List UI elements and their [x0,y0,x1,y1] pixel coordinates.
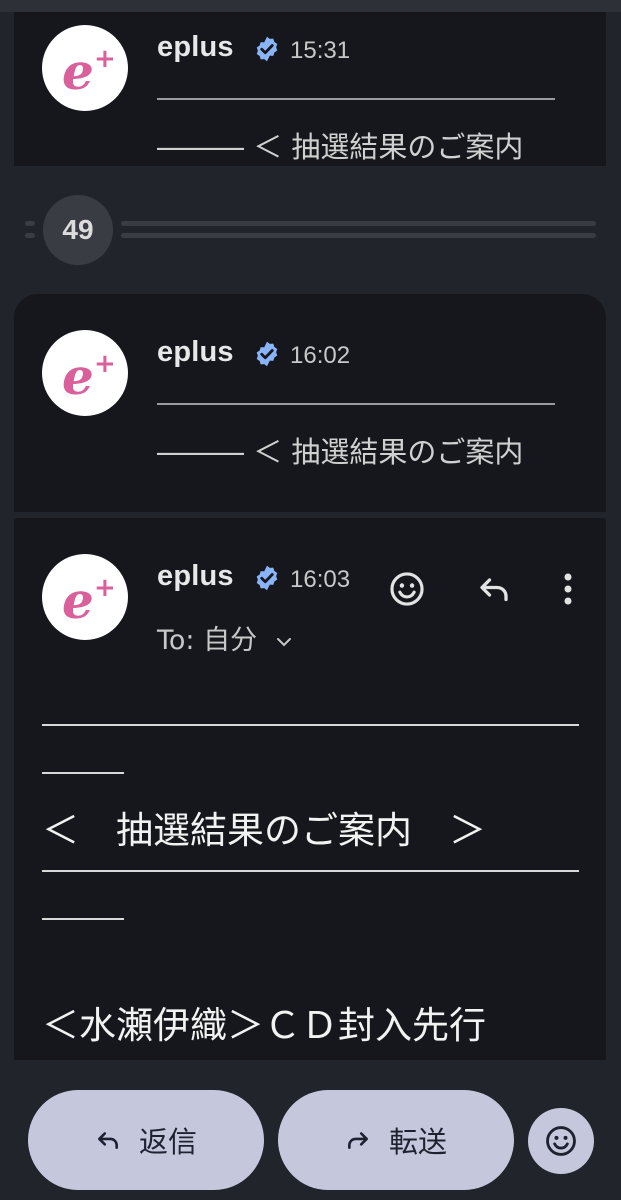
avatar[interactable]: e + [42,554,128,640]
message-snippet: ――― ＜ 抽選結果のご案内 [157,130,524,164]
recipient-label: To: 自分 [157,625,258,656]
more-vert-icon [564,573,572,605]
avatar: e + [42,330,128,416]
eplus-logo-icon: e + [62,347,116,406]
svg-text:e: e [62,571,94,630]
collapsed-messages-count[interactable]: 49 [43,195,113,265]
avatar: e + [42,25,128,111]
svg-text:+: + [94,44,116,74]
verified-icon [256,36,278,62]
svg-text:+: + [94,573,116,603]
emoji-icon [390,572,424,606]
forward-label: 転送 [388,1125,447,1159]
message-time: 16:03 [290,566,351,593]
collapsed-divider [25,221,35,226]
sender-name: eplus [157,336,234,368]
body-divider [42,870,579,872]
sender-name: eplus [157,560,234,592]
recipients-toggle[interactable]: To: 自分 [157,618,292,657]
verified-icon [256,341,278,367]
collapsed-divider [121,233,596,238]
snippet-rule [157,98,555,100]
body-divider [42,772,124,774]
verified-icon [256,565,278,591]
reply-icon [98,1132,118,1149]
message-time: 15:31 [290,37,351,64]
emoji-reaction-button[interactable] [383,565,431,613]
body-text-line: ＜水瀬伊織＞ＣＤ封入先行 [42,1004,486,1047]
emoji-icon [546,1126,576,1156]
eplus-logo-icon: e + [62,42,116,101]
top-edge [0,0,621,12]
collapsed-divider [121,221,596,226]
reply-label: 返信 [138,1125,197,1159]
body-divider [42,918,124,920]
reply-button[interactable] [470,565,518,613]
message-snippet: ――― ＜ 抽選結果のご案内 [157,435,524,469]
body-heading: ＜ 抽選結果のご案内 ＞ [42,809,486,852]
svg-text:e: e [62,347,94,406]
sender-name: eplus [157,31,234,63]
eplus-logo-icon: e + [62,571,116,630]
emoji-react-button[interactable] [528,1108,594,1174]
body-divider [42,724,579,726]
reply-icon [480,578,508,602]
svg-text:+: + [94,349,116,379]
collapsed-divider [25,233,35,238]
reply-action-button[interactable]: 返信 [28,1090,264,1190]
chevron-down-icon [276,637,291,646]
more-options-button[interactable] [548,565,588,613]
forward-icon [348,1132,368,1149]
svg-text:e: e [62,42,94,101]
message-time: 16:02 [290,342,351,369]
forward-action-button[interactable]: 転送 [278,1090,514,1190]
snippet-rule [157,403,555,405]
